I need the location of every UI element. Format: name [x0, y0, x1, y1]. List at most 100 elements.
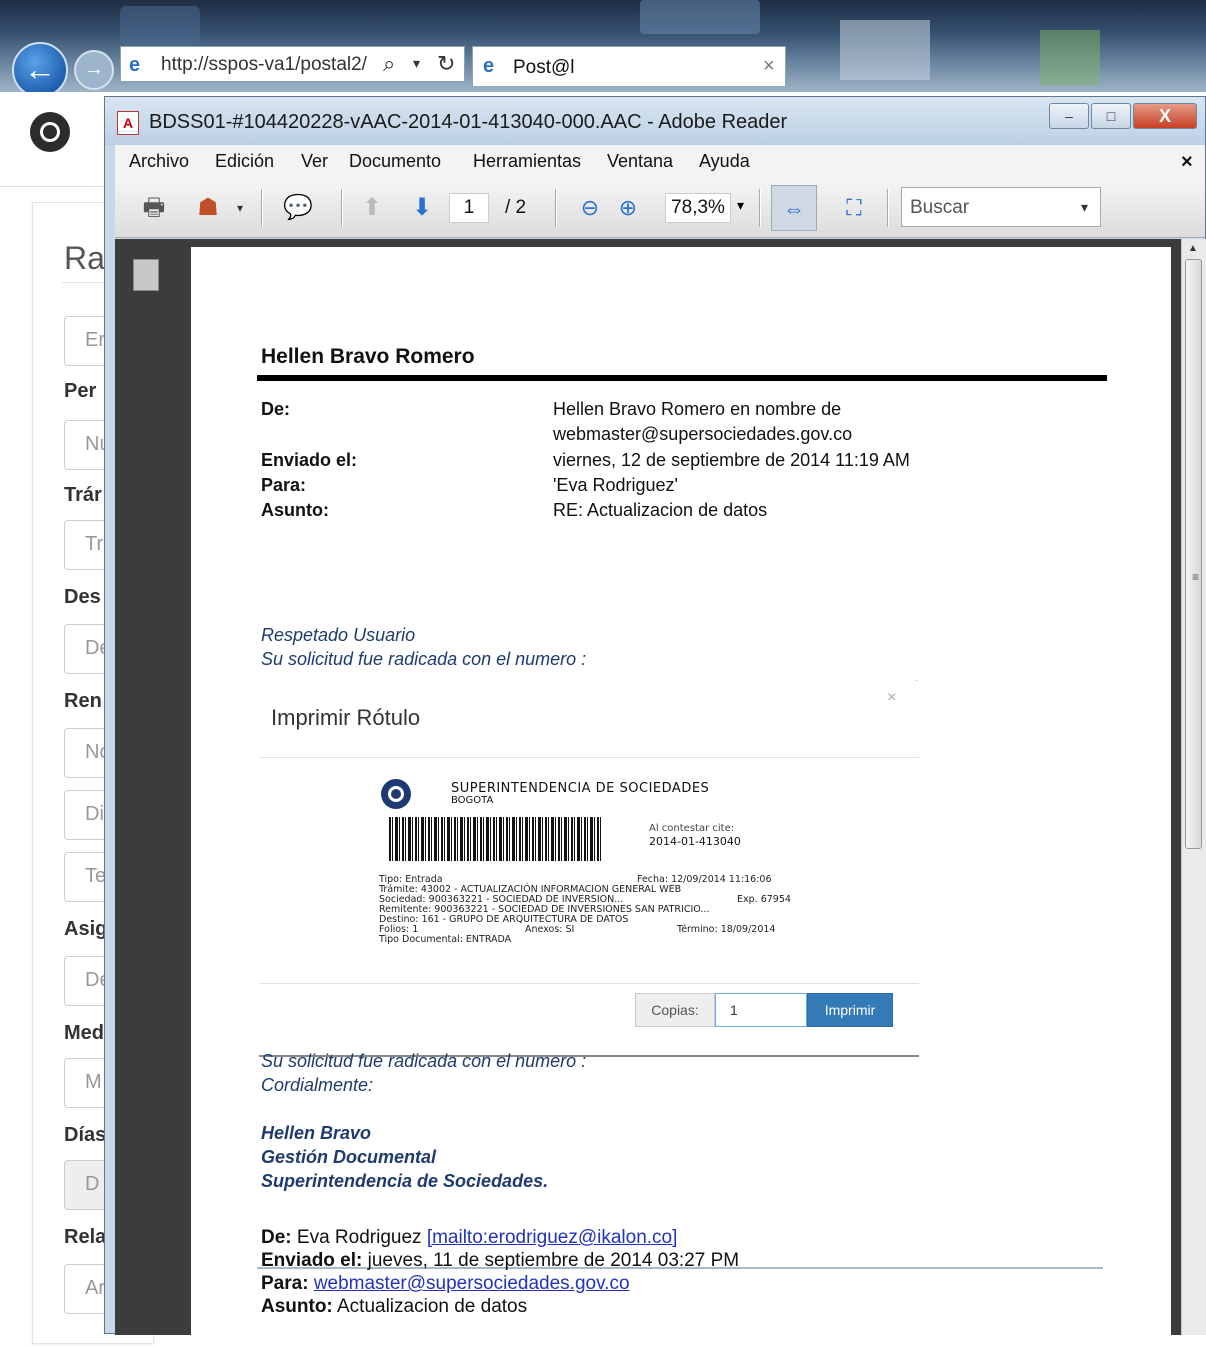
menu-item-archivo[interactable]: Archivo [129, 151, 189, 172]
print-button[interactable]: Imprimir [807, 993, 893, 1027]
email-closing: Cordialmente: [261, 1075, 374, 1095]
navigation-pane [115, 239, 181, 1335]
meta-label: Asunto: [261, 500, 329, 520]
desktop-background [120, 6, 200, 46]
quoted-sent: Enviado el: jueves, 11 de septiembre de … [261, 1250, 739, 1272]
chevron-down-icon[interactable]: ▾ [737, 197, 744, 214]
close-icon[interactable]: × [1181, 151, 1193, 174]
search-icon[interactable]: ⌕ [383, 51, 395, 77]
toolbar-separator [341, 189, 343, 227]
address-url[interactable]: http://sspos-va1/postal2/ [161, 54, 367, 76]
vertical-scrollbar[interactable]: ▲ ≡ [1181, 239, 1206, 1335]
document-area[interactable]: Hellen Bravo Romero De: Hellen Bravo Rom… [181, 239, 1181, 1347]
quoted-to-label: Para: [261, 1273, 309, 1294]
address-bar[interactable]: e http://sspos-va1/postal2/ ⌕ ▾ ↻ [120, 46, 465, 82]
form-label: Rela [64, 1226, 107, 1248]
adobe-reader-window: A BDSS01-#104420228-vAAC-2014-01-413040-… [104, 96, 1206, 1347]
dialog-title: Imprimir Rótulo [271, 705, 421, 730]
zoom-in-icon[interactable]: ⊕ [611, 191, 645, 225]
label-organization: SUPERINTENDENCIA DE SOCIEDADES [451, 781, 710, 796]
print-icon[interactable]: 🖶 [137, 191, 171, 225]
label-cite: Al contestar cite: [649, 823, 735, 834]
scrollbar-thumb[interactable]: ≡ [1185, 259, 1202, 849]
menu-item-ayuda[interactable]: Ayuda [699, 151, 750, 172]
email-intro: Su solicitud fue radicada con el numero … [261, 649, 587, 669]
fit-width-icon[interactable]: ⇔ [771, 185, 817, 231]
signature-name: Hellen Bravo [261, 1123, 372, 1143]
label-anexos: Anexos: SI [525, 924, 575, 935]
form-label: Ren [64, 690, 102, 712]
search-input[interactable]: Buscar [901, 187, 1101, 227]
divider [259, 983, 919, 984]
meta-label: Para: [261, 475, 307, 495]
pages-panel-icon[interactable] [128, 259, 159, 296]
label-city: BOGOTA [451, 795, 494, 806]
menu-item-herramientas[interactable]: Herramientas [473, 151, 581, 172]
signature-department: Gestión Documental [261, 1147, 437, 1167]
close-icon[interactable]: × [887, 689, 896, 707]
quoted-sent-label: Enviado el: [261, 1250, 363, 1271]
tab-postal[interactable]: e Post@l × [472, 46, 786, 86]
mailto-link[interactable]: [mailto:erodriguez@ikalon.co] [427, 1227, 678, 1248]
chevron-down-icon[interactable]: ▾ [413, 55, 420, 72]
maximize-button[interactable]: □ [1091, 103, 1131, 129]
toolbar-separator [759, 189, 761, 227]
close-button[interactable]: X [1133, 103, 1197, 129]
forward-button[interactable]: → [74, 50, 114, 90]
chevron-down-icon[interactable]: ▾ [223, 191, 257, 225]
minimize-button[interactable]: – [1049, 103, 1089, 129]
form-label: Des [64, 586, 101, 608]
email-outro: Su solicitud fue radicada con el numero … [261, 1051, 587, 1071]
email-greeting: Respetado Usuario [261, 625, 416, 645]
menu-item-documento[interactable]: Documento [349, 151, 441, 172]
previous-page-icon[interactable]: ⬆ [355, 191, 389, 225]
label-radicado-number: 2014-01-413040 [649, 835, 741, 848]
zoom-out-icon[interactable]: ⊖ [573, 191, 607, 225]
desktop-background [640, 0, 760, 34]
form-label: Trár [64, 484, 102, 506]
meta-value: 'Eva Rodriguez' [553, 475, 678, 495]
desktop-background [840, 20, 930, 80]
tab-title: Post@l [513, 57, 575, 78]
quoted-subject: Asunto: Actualizacion de datos [261, 1296, 527, 1318]
form-label: Días [64, 1124, 107, 1146]
logo-icon [381, 779, 411, 809]
meta-value: viernes, 12 de septiembre de 2014 11:19 … [553, 450, 910, 470]
meta-value: RE: Actualizacion de datos [553, 500, 768, 520]
quoted-subject-value: Actualizacion de datos [337, 1296, 528, 1317]
fit-page-icon[interactable]: ⛶ [837, 191, 871, 225]
back-button[interactable]: ← [12, 42, 68, 98]
meta-value: webmaster@supersociedades.gov.co [553, 424, 853, 444]
page-number-input[interactable]: 1 [449, 193, 489, 223]
toolbar-separator [887, 189, 889, 227]
form-label: Asig [64, 918, 108, 940]
next-page-icon[interactable]: ⬇ [405, 191, 439, 225]
browser-toolbar: ← → e http://sspos-va1/postal2/ ⌕ ▾ ↻ e … [0, 0, 1206, 98]
quoted-subject-label: Asunto: [261, 1296, 333, 1317]
copies-label: Copias: [635, 993, 715, 1027]
decorative-dot: · [915, 675, 919, 686]
meta-label: De: [261, 399, 291, 419]
zoom-level-input[interactable]: 78,3% [665, 193, 731, 223]
form-label: Per [64, 380, 97, 402]
email-link[interactable]: webmaster@supersociedades.gov.co [314, 1273, 630, 1294]
barcode [389, 817, 603, 861]
label-termino: Término: 18/09/2014 [677, 924, 776, 935]
scroll-up-icon[interactable]: ▲ [1188, 243, 1198, 254]
refresh-icon[interactable]: ↻ [437, 51, 455, 77]
meta-label: Enviado el: [261, 450, 358, 470]
meta-value: Hellen Bravo Romero en nombre de [553, 399, 842, 419]
close-icon[interactable]: × [763, 55, 775, 78]
copies-input[interactable]: 1 [715, 993, 807, 1027]
quoted-from-name: Eva Rodriguez [296, 1227, 422, 1248]
menu-item-ventana[interactable]: Ventana [607, 151, 673, 172]
menu-item-ver[interactable]: Ver [301, 151, 328, 172]
comment-icon[interactable]: 💬 [281, 191, 315, 225]
share-icon[interactable]: ☗ [191, 191, 225, 225]
ie-icon: e [483, 55, 495, 77]
ie-icon: e [129, 54, 141, 76]
chevron-down-icon[interactable]: ▾ [1081, 199, 1088, 216]
toolbar-separator [261, 189, 263, 227]
window-titlebar[interactable]: A BDSS01-#104420228-vAAC-2014-01-413040-… [105, 97, 1205, 145]
menu-item-edicion[interactable]: Edición [215, 151, 274, 172]
